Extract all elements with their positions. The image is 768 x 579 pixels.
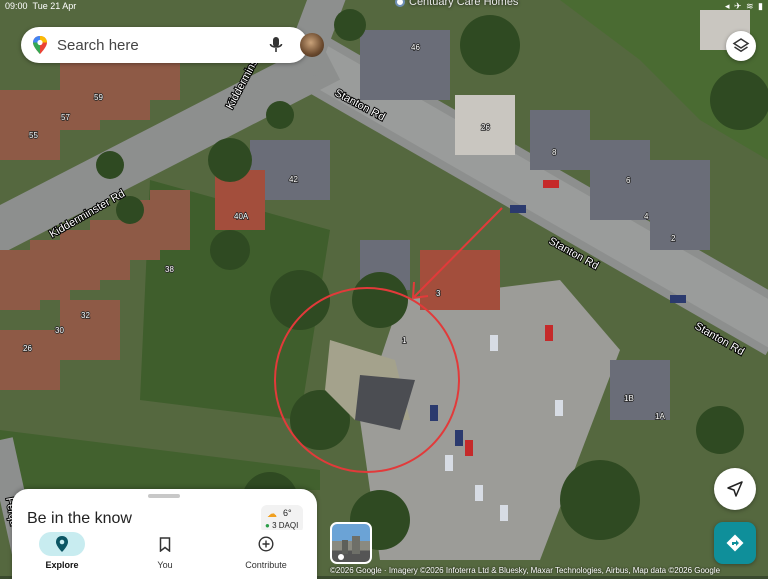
bottom-navigation: Explore You Contribute — [12, 530, 317, 576]
air-quality: ● 3 DAQI — [265, 521, 299, 530]
nav-explore[interactable]: Explore — [22, 532, 102, 576]
house-number: 26 — [23, 344, 32, 353]
poi-label: Centuary Care Homes — [409, 0, 519, 8]
nav-label: You — [157, 560, 173, 570]
street-view-thumbnail[interactable] — [330, 522, 372, 564]
house-number: 6 — [626, 176, 631, 185]
directions-icon — [726, 534, 744, 552]
house-number: 1A — [655, 412, 665, 421]
house-number: 59 — [94, 93, 103, 102]
poi-dot-icon — [395, 0, 405, 7]
house-number: 30 — [55, 326, 64, 335]
layers-button[interactable] — [726, 31, 756, 61]
location-pin-icon — [39, 532, 85, 556]
poi-marker[interactable]: Centuary Care Homes — [395, 0, 518, 8]
weather-temperature: 6° — [283, 508, 292, 518]
house-number: 26 — [481, 123, 490, 132]
house-number: 57 — [61, 113, 70, 122]
my-location-button[interactable] — [714, 468, 756, 510]
house-number: 8 — [552, 148, 557, 157]
search-bar[interactable]: Search here — [21, 27, 324, 63]
sheet-title: Be in the know — [27, 510, 132, 527]
house-number: 46 — [411, 43, 420, 52]
add-circle-icon — [243, 532, 289, 556]
house-number: 4 — [644, 212, 649, 221]
weather-chip[interactable]: ☁ 6° ● 3 DAQI — [261, 505, 303, 533]
directions-button[interactable] — [714, 522, 756, 564]
status-bar: 09:00 Tue 21 Apr ◂ ✈ ≋ ▮ — [0, 0, 768, 14]
house-number: 40A — [234, 212, 249, 221]
house-number: 1 — [402, 336, 407, 345]
house-number: 3 — [436, 289, 441, 298]
nav-contribute[interactable]: Contribute — [226, 532, 306, 576]
bookmark-icon — [142, 532, 188, 556]
status-time: 09:00 Tue 21 Apr — [5, 1, 77, 11]
microphone-icon[interactable] — [267, 36, 285, 54]
layers-icon — [732, 38, 750, 53]
sheet-drag-handle[interactable] — [148, 494, 180, 498]
street-view-icon — [338, 536, 360, 560]
search-input[interactable]: Search here — [57, 37, 139, 54]
nav-you[interactable]: You — [125, 532, 205, 576]
partly-sunny-icon: ☁ — [267, 509, 277, 520]
nav-label: Contribute — [245, 560, 287, 570]
house-number: 38 — [165, 265, 174, 274]
house-number: 1B — [624, 394, 634, 403]
navigation-arrow-icon — [727, 481, 743, 497]
nav-label: Explore — [45, 560, 79, 570]
status-indicators: ◂ ✈ ≋ ▮ — [724, 1, 764, 11]
house-number: 55 — [29, 131, 38, 140]
house-number: 32 — [81, 311, 90, 320]
maps-pin-icon — [33, 36, 47, 54]
house-number: 42 — [289, 175, 298, 184]
account-avatar[interactable] — [300, 33, 324, 57]
map-attribution: ©2026 Google · Imagery ©2026 Infoterra L… — [330, 566, 721, 575]
house-number: 2 — [671, 234, 676, 243]
